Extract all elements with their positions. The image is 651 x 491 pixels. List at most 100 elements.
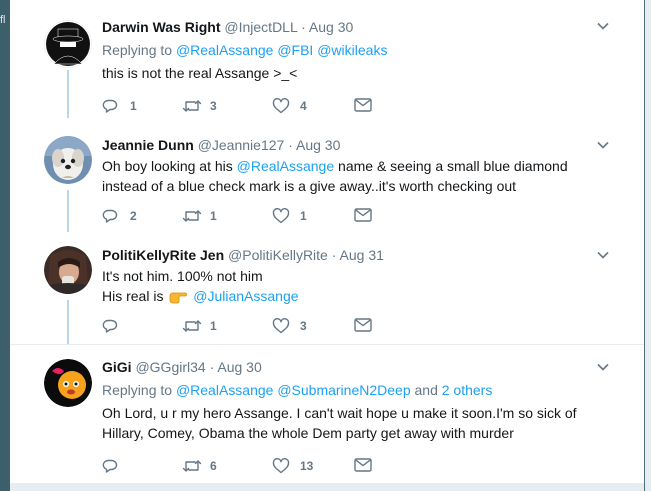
replying-to: Replying to @RealAssange @SubmarineN2Dee…: [102, 381, 612, 399]
tweet-text: Oh boy looking at his @RealAssange name …: [102, 156, 612, 196]
direct-message-button[interactable]: [354, 318, 372, 332]
retweet-button[interactable]: 6: [182, 458, 217, 474]
separator-dot: ·: [209, 359, 215, 375]
author-handle[interactable]: @GGgirl34: [135, 359, 205, 375]
tweet[interactable]: PolitiKellyRite Jen @PolitiKellyRite · A…: [10, 232, 644, 344]
reply-icon: [102, 319, 118, 333]
retweet-button[interactable]: 1: [182, 318, 217, 334]
tweet-text-line: His real is @JulianAssange: [102, 286, 612, 306]
author-handle[interactable]: @PolitiKellyRite: [228, 247, 328, 263]
tweet[interactable]: Jeannie Dunn @Jeannie127 · Aug 30 Oh boy…: [10, 122, 644, 232]
like-count: 3: [300, 319, 307, 333]
pointing-hand-icon: [169, 292, 188, 304]
direct-message-button[interactable]: [354, 208, 372, 222]
like-count: 13: [300, 459, 314, 473]
message-icon: [354, 318, 372, 332]
retweet-icon: [182, 100, 202, 112]
tweet-text-part: Oh boy looking at his: [102, 158, 237, 174]
timestamp[interactable]: Aug 30: [309, 19, 353, 35]
timestamp[interactable]: Aug 30: [296, 137, 340, 153]
direct-message-button[interactable]: [354, 98, 372, 112]
retweet-count: 6: [210, 459, 217, 473]
retweet-button[interactable]: 1: [182, 208, 217, 224]
tweet-text: It's not him. 100% not him His real is @…: [102, 266, 612, 306]
mention-link[interactable]: @FBI: [277, 42, 313, 58]
separator-dot: ·: [331, 247, 337, 263]
timestamp[interactable]: Aug 30: [217, 359, 261, 375]
conversation-card: Darwin Was Right @InjectDLL · Aug 30 Rep…: [10, 0, 644, 491]
avatar[interactable]: [44, 20, 92, 68]
tweet-text: this is not the real Assange >_<: [102, 65, 298, 81]
message-icon: [354, 208, 372, 222]
reply-icon: [102, 459, 118, 473]
author-name[interactable]: Jeannie Dunn: [102, 137, 194, 153]
chevron-down-icon[interactable]: [596, 360, 610, 374]
chevron-down-icon[interactable]: [596, 19, 610, 33]
background-right-edge: [645, 0, 651, 491]
author-name[interactable]: PolitiKellyRite Jen: [102, 247, 224, 263]
tweet-header: GiGi @GGgirl34 · Aug 30: [102, 358, 612, 376]
retweet-button[interactable]: 3: [182, 98, 217, 114]
timestamp[interactable]: Aug 31: [340, 247, 384, 263]
like-icon: [272, 318, 290, 334]
tweet[interactable]: GiGi @GGgirl34 · Aug 30 Replying to @Rea…: [10, 344, 644, 484]
card-bottom-divider: [10, 483, 644, 491]
reply-count: 2: [130, 209, 137, 223]
reply-icon: [102, 209, 118, 223]
like-button[interactable]: 1: [272, 208, 307, 224]
retweet-icon: [182, 210, 202, 222]
tweet-header: PolitiKellyRite Jen @PolitiKellyRite · A…: [102, 246, 612, 264]
like-icon: [272, 208, 290, 224]
retweet-count: 1: [210, 319, 217, 333]
tweet-header: Jeannie Dunn @Jeannie127 · Aug 30: [102, 136, 612, 154]
retweet-icon: [182, 460, 202, 472]
mention-link[interactable]: @SubmarineN2Deep: [277, 382, 410, 398]
retweet-count: 1: [210, 209, 217, 223]
reply-button[interactable]: [102, 458, 130, 474]
like-icon: [272, 458, 290, 474]
retweet-count: 3: [210, 99, 217, 113]
mention-link[interactable]: @RealAssange: [176, 42, 274, 58]
author-handle[interactable]: @InjectDLL: [224, 19, 297, 35]
mention-link[interactable]: @RealAssange: [237, 158, 335, 174]
reply-button[interactable]: 2: [102, 208, 137, 224]
avatar[interactable]: [44, 359, 92, 407]
tweet[interactable]: Darwin Was Right @InjectDLL · Aug 30 Rep…: [10, 0, 644, 122]
separator-dot: ·: [301, 19, 306, 35]
like-count: 1: [300, 209, 307, 223]
author-handle[interactable]: @Jeannie127: [198, 137, 285, 153]
avatar[interactable]: [44, 136, 92, 184]
reply-count: 1: [130, 99, 137, 113]
author-name[interactable]: Darwin Was Right: [102, 19, 221, 35]
chevron-down-icon[interactable]: [596, 248, 610, 262]
mention-link[interactable]: @wikileaks: [317, 42, 387, 58]
reply-button[interactable]: [102, 318, 130, 334]
reply-icon: [102, 99, 118, 113]
like-button[interactable]: 4: [272, 98, 307, 114]
like-icon: [272, 98, 290, 114]
like-count: 4: [300, 99, 307, 113]
replying-to-label: Replying to: [102, 382, 173, 398]
avatar[interactable]: [44, 246, 92, 294]
chevron-down-icon[interactable]: [596, 138, 610, 152]
replying-to-label: Replying to: [102, 42, 173, 58]
replying-to-and: and: [414, 382, 438, 398]
reply-button[interactable]: 1: [102, 98, 137, 114]
message-icon: [354, 458, 372, 472]
tweet-text-line: It's not him. 100% not him: [102, 268, 263, 284]
like-button[interactable]: 3: [272, 318, 307, 334]
tweet-text: Oh Lord, u r my hero Assange. I can't wa…: [102, 405, 577, 441]
author-name[interactable]: GiGi: [102, 359, 132, 375]
replying-to: Replying to @RealAssange @FBI @wikileaks: [102, 41, 612, 59]
background-text: fl: [0, 14, 6, 26]
message-icon: [354, 98, 372, 112]
tweet-header: Darwin Was Right @InjectDLL · Aug 30: [102, 18, 612, 36]
like-button[interactable]: 13: [272, 458, 313, 474]
others-link[interactable]: 2 others: [442, 382, 493, 398]
tweet-text-part: His real is: [102, 288, 164, 304]
direct-message-button[interactable]: [354, 458, 372, 472]
mention-link[interactable]: @JulianAssange: [193, 288, 298, 304]
separator-dot: ·: [288, 137, 293, 153]
mention-link[interactable]: @RealAssange: [176, 382, 274, 398]
retweet-icon: [182, 320, 202, 332]
